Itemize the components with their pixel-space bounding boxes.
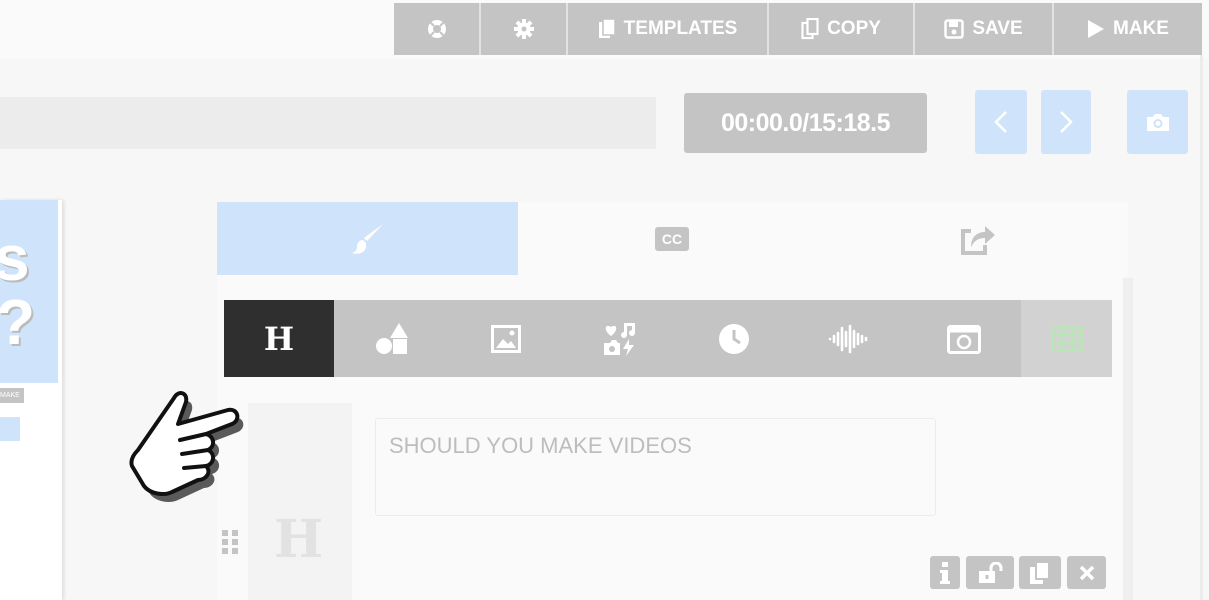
panel-scrollbar[interactable] xyxy=(1123,278,1133,600)
tab-captions[interactable]: CC xyxy=(518,202,827,275)
shapes-icon xyxy=(375,322,408,354)
duplicate-icon xyxy=(1030,560,1050,584)
templates-button[interactable]: TEMPLATES xyxy=(568,3,769,55)
chevron-left-icon xyxy=(994,111,1007,133)
snapshot-button[interactable] xyxy=(1127,90,1188,154)
heading-tool-button[interactable]: H xyxy=(224,300,334,377)
document-icon xyxy=(598,18,616,38)
make-button[interactable]: MAKE xyxy=(1054,3,1202,55)
preview-mini-button xyxy=(0,417,20,441)
copy-icon xyxy=(801,18,819,40)
image-icon xyxy=(491,324,521,353)
chevron-right-icon xyxy=(1060,111,1073,133)
templates-label: TEMPLATES xyxy=(623,18,738,39)
pointing-hand-icon xyxy=(129,391,244,502)
paintbrush-icon xyxy=(351,223,383,254)
info-icon xyxy=(940,561,950,584)
previous-button[interactable] xyxy=(975,90,1027,154)
layer-thumbnail[interactable]: H xyxy=(248,403,352,600)
share-icon xyxy=(961,225,995,255)
close-icon xyxy=(1079,565,1094,580)
image-tool-button[interactable] xyxy=(449,300,563,377)
delete-button[interactable] xyxy=(1067,556,1106,589)
page-divider xyxy=(1200,55,1203,600)
camera-frame-icon xyxy=(946,324,981,354)
stickers-tool-button[interactable] xyxy=(563,300,677,377)
tab-share[interactable] xyxy=(826,202,1128,275)
preview-text-2: ? xyxy=(0,290,35,354)
duplicate-button[interactable] xyxy=(1019,556,1061,589)
screenshot-tool-button[interactable] xyxy=(906,300,1021,377)
copy-button[interactable]: COPY xyxy=(769,3,915,55)
make-label: MAKE xyxy=(1113,18,1169,39)
info-button[interactable] xyxy=(930,556,960,589)
audio-tool-button[interactable] xyxy=(791,300,906,377)
camera-icon xyxy=(1146,114,1169,131)
next-button[interactable] xyxy=(1041,90,1091,154)
timeline-scrubber[interactable] xyxy=(0,97,656,149)
time-display: 00:00.0/15:18.5 xyxy=(684,93,927,153)
element-toolbar: H xyxy=(224,300,1112,377)
clock-icon xyxy=(719,323,749,354)
shapes-tool-button[interactable] xyxy=(334,300,449,377)
play-icon xyxy=(1088,20,1105,38)
lifebuoy-icon xyxy=(427,20,446,38)
save-button[interactable]: SAVE xyxy=(915,3,1054,55)
drag-handle-icon[interactable] xyxy=(220,528,242,561)
stickers-icon xyxy=(604,322,635,356)
heading-text-input[interactable]: SHOULD YOU MAKE VIDEOS xyxy=(375,418,936,516)
waveform-icon xyxy=(828,324,867,353)
unlock-button[interactable] xyxy=(966,556,1014,589)
preview-mini-label: MAKE xyxy=(0,388,24,403)
layer-heading-glyph: H xyxy=(274,509,324,570)
grid-tool-button[interactable] xyxy=(1021,300,1112,377)
tab-style[interactable] xyxy=(217,202,518,275)
heading-glyph: H xyxy=(263,319,295,358)
unlock-icon xyxy=(979,561,1003,583)
top-toolbar: TEMPLATES COPY SAVE MAKE xyxy=(394,3,1202,55)
settings-button[interactable] xyxy=(481,3,568,55)
preview-text-1: s xyxy=(0,222,30,294)
slide-preview-banner: s ? xyxy=(0,200,58,383)
help-button[interactable] xyxy=(394,3,481,55)
grid-icon xyxy=(1050,325,1083,352)
gear-icon xyxy=(513,19,534,39)
preview-mini-text: MAKE xyxy=(0,392,20,399)
cc-icon: CC xyxy=(655,226,689,251)
save-label: SAVE xyxy=(972,18,1023,39)
save-icon xyxy=(944,19,965,39)
timer-tool-button[interactable] xyxy=(677,300,791,377)
svg-text:CC: CC xyxy=(662,231,682,247)
copy-label: COPY xyxy=(827,18,881,39)
